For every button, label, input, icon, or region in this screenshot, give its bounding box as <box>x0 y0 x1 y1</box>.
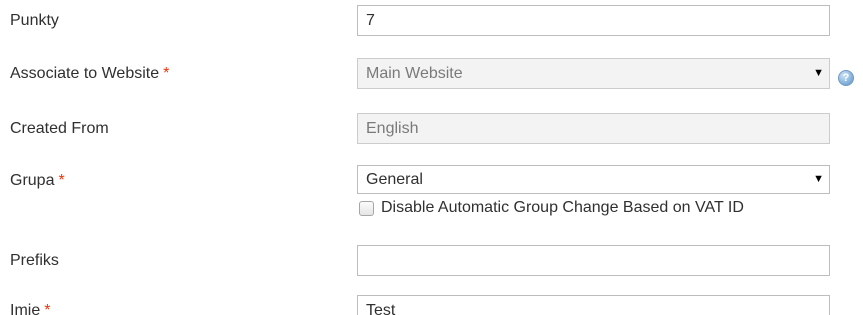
website-label: Associate to Website * <box>10 65 169 83</box>
disable-group-change-label[interactable]: Disable Automatic Group Change Based on … <box>381 199 744 217</box>
first-name-input[interactable]: Test <box>357 295 830 315</box>
disable-group-change-checkbox[interactable] <box>359 200 374 216</box>
created-from-value: English <box>366 120 419 137</box>
website-label-text: Associate to Website <box>10 65 160 82</box>
points-label-text: Punkty <box>10 12 59 29</box>
first-name-label-text: Imie <box>10 302 41 315</box>
created-from-field: English <box>357 113 830 144</box>
website-required-mark: * <box>163 65 170 82</box>
group-dropdown-arrow-icon[interactable]: ▼ <box>813 166 824 193</box>
points-input-value: 7 <box>366 12 375 29</box>
created-from-label: Created From <box>10 120 109 138</box>
first-name-input-value: Test <box>366 302 396 315</box>
website-select-value: Main Website <box>366 65 463 82</box>
points-input[interactable]: 7 <box>357 5 830 36</box>
first-name-label: Imie * <box>10 302 50 315</box>
group-required-mark: * <box>58 172 65 189</box>
prefix-input[interactable] <box>357 245 830 276</box>
question-mark-icon[interactable]: ? <box>838 70 854 86</box>
customer-account-form: Punkty 7 Associate to Website * Main Webs… <box>0 0 863 315</box>
group-select-value: General <box>366 171 423 188</box>
group-label-text: Grupa <box>10 172 55 189</box>
created-from-label-text: Created From <box>10 120 109 137</box>
group-label: Grupa * <box>10 172 65 190</box>
first-name-required-mark: * <box>44 302 51 315</box>
group-select[interactable]: General ▼ <box>357 165 830 194</box>
prefix-label-text: Prefiks <box>10 252 59 269</box>
disable-group-change-row[interactable]: Disable Automatic Group Change Based on … <box>359 199 744 217</box>
prefix-label: Prefiks <box>10 252 59 270</box>
website-dropdown-arrow-icon[interactable]: ▼ <box>813 59 824 88</box>
website-select[interactable]: Main Website ▼ <box>357 58 830 89</box>
points-label: Punkty <box>10 12 59 30</box>
